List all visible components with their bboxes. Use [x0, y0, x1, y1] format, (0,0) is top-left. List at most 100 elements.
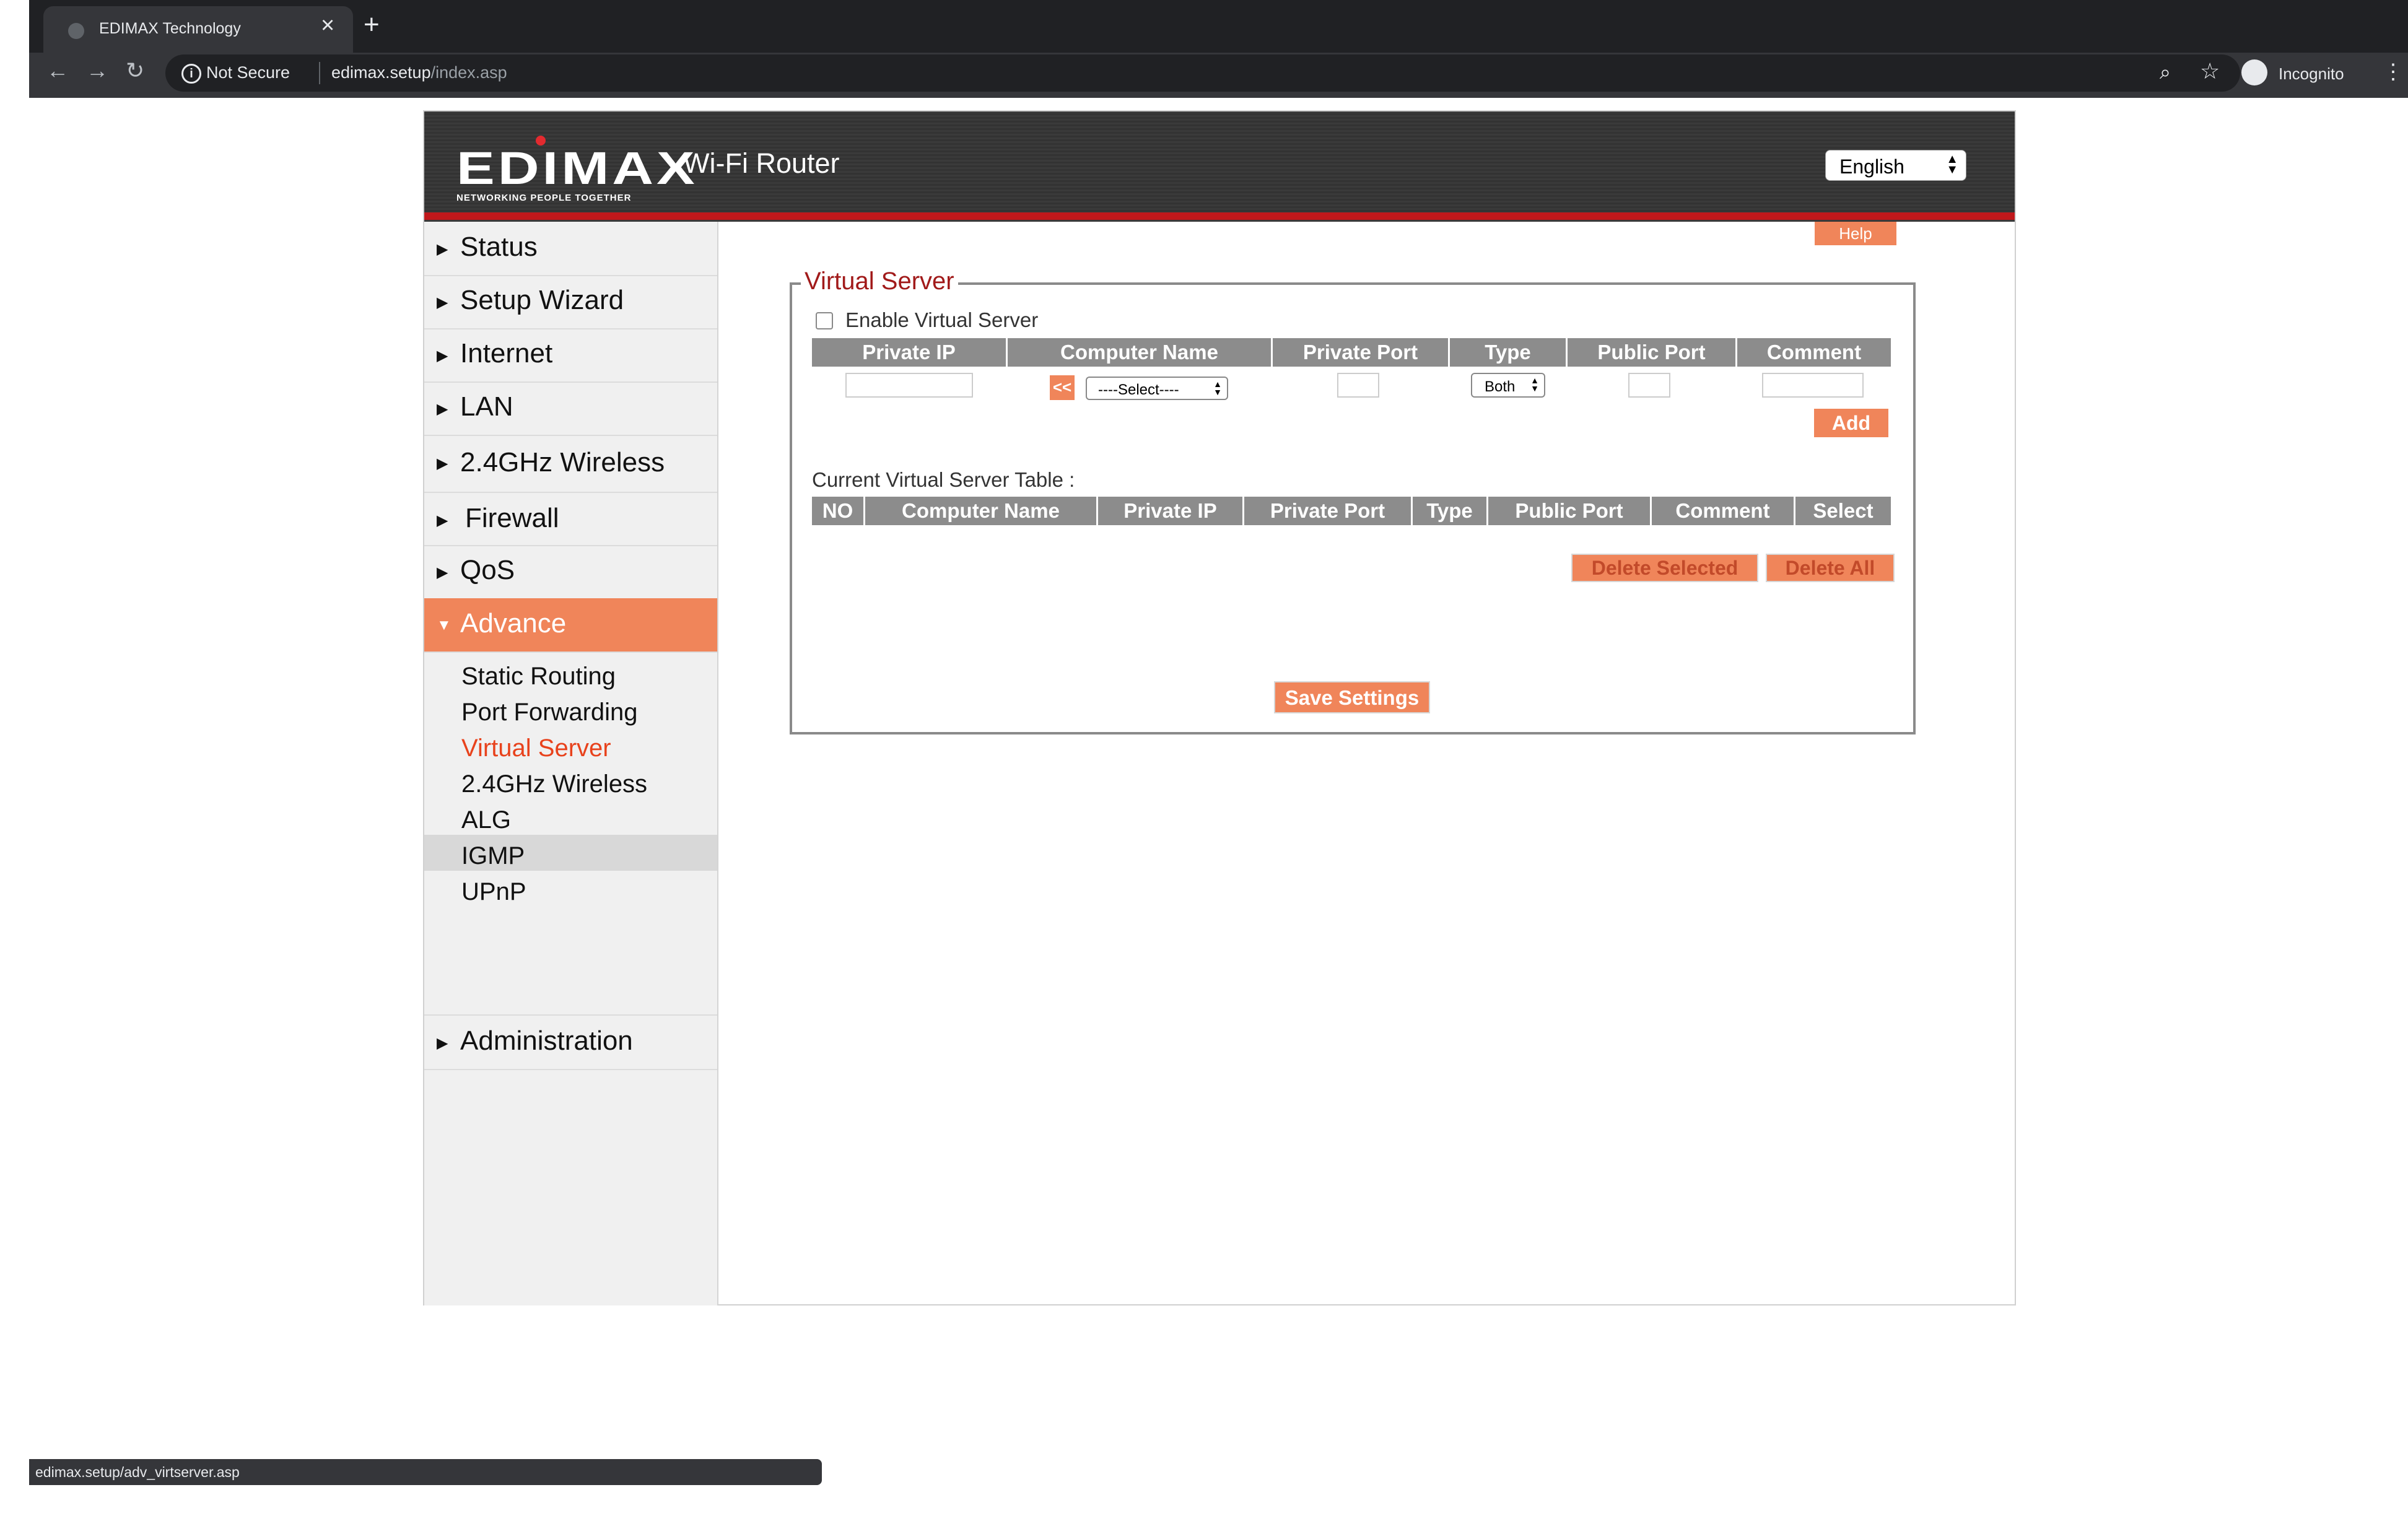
col-computer-name: Computer Name [865, 497, 1098, 525]
col-private-ip: Private IP [1098, 497, 1244, 525]
url-divider [319, 62, 320, 84]
header-type: Type [1450, 338, 1568, 367]
forward-icon[interactable]: → [86, 59, 108, 82]
status-url: edimax.setup/adv_virtserver.asp [35, 1464, 240, 1480]
tab-bar: EDIMAX Technology × + [29, 0, 2408, 53]
header-red-line [424, 212, 2015, 220]
edimax-logo: EDIMAX NETWORKING PEOPLE TOGETHER [456, 136, 695, 203]
sidebar-subitem-port-forwarding[interactable]: Port Forwarding [461, 699, 638, 726]
header-public-port: Public Port [1568, 338, 1737, 367]
triangle-right-icon: ▶ [437, 294, 448, 311]
triangle-right-icon: ▶ [437, 1035, 448, 1052]
copy-computer-ip-button[interactable]: << [1050, 375, 1075, 400]
sidebar-item-label: Status [460, 232, 538, 262]
col-comment: Comment [1652, 497, 1795, 525]
sidebar-item-label: QoS [460, 555, 515, 585]
delete-selected-button[interactable]: Delete Selected [1571, 554, 1758, 582]
sidebar-item-advance[interactable]: ▼ Advance [424, 598, 717, 653]
sidebar-item-label: Firewall [465, 503, 559, 533]
logo-tagline: NETWORKING PEOPLE TOGETHER [456, 193, 632, 203]
private-port-input[interactable] [1337, 373, 1379, 398]
new-tab-icon[interactable]: + [364, 11, 380, 38]
sidebar-item-label: Setup Wizard [460, 285, 624, 315]
type-select[interactable]: Both ▲ ▼ [1471, 373, 1545, 398]
computer-name-value: ----Select---- [1098, 381, 1179, 398]
help-button[interactable]: Help [1815, 222, 1896, 245]
security-indicator[interactable]: Not Secure [206, 63, 290, 82]
col-no: NO [812, 497, 865, 525]
link-status-bubble: edimax.setup/adv_virtserver.asp [29, 1459, 822, 1485]
incognito-label[interactable]: Incognito [2279, 64, 2344, 84]
sidebar-subitem-igmp[interactable]: IGMP [461, 842, 525, 870]
sidebar-item-label: LAN [460, 391, 513, 422]
browser-chrome: EDIMAX Technology × + ← → ↻ i Not Secure… [29, 0, 2408, 98]
sidebar-item-internet[interactable]: ▶ Internet [424, 328, 717, 383]
comment-input[interactable] [1762, 373, 1864, 398]
virtual-server-table-header: NO Computer Name Private IP Private Port… [812, 497, 1891, 525]
url-text[interactable]: edimax.setup/index.asp [331, 63, 507, 82]
section-title: Virtual Server [801, 268, 958, 295]
info-icon[interactable]: i [181, 64, 201, 84]
back-icon[interactable]: ← [46, 59, 69, 82]
url-path: /index.asp [430, 63, 507, 82]
sidebar-subitem-alg[interactable]: ALG [461, 806, 511, 834]
private-ip-input[interactable] [845, 373, 973, 398]
bookmark-star-icon[interactable]: ☆ [2200, 58, 2220, 84]
globe-icon [68, 23, 84, 39]
arrow-down-icon: ▼ [1530, 383, 1539, 393]
triangle-right-icon: ▶ [437, 455, 448, 472]
logo-wordmark: EDIMAX [456, 142, 698, 194]
sidebar-item-setup-wizard[interactable]: ▶ Setup Wizard [424, 275, 717, 329]
table-caption: Current Virtual Server Table : [812, 468, 1075, 491]
sidebar-item-lan[interactable]: ▶ LAN [424, 381, 717, 436]
product-title: Wi-Fi Router [683, 147, 840, 179]
save-settings-button[interactable]: Save Settings [1274, 681, 1430, 713]
browser-tab[interactable]: EDIMAX Technology × [43, 6, 353, 53]
col-type: Type [1413, 497, 1488, 525]
sidebar-nav: ▶ Status ▶ Setup Wizard ▶ Internet ▶ LAN… [424, 222, 718, 1305]
select-arrows-icon: ▲ ▼ [1213, 380, 1222, 396]
sidebar-item-qos[interactable]: ▶ QoS [424, 545, 717, 599]
header-comment: Comment [1766, 341, 1862, 364]
close-icon[interactable]: × [321, 14, 334, 37]
sidebar-item-label: Internet [460, 338, 553, 368]
sidebar-item-firewall[interactable]: ▶ Firewall [424, 492, 717, 546]
type-value: Both [1485, 378, 1516, 395]
sidebar-item-administration[interactable]: ▶ Administration [424, 1014, 717, 1070]
triangle-right-icon: ▶ [437, 347, 448, 364]
language-select[interactable]: English ▲ ▼ [1825, 150, 1966, 181]
header-private-port: Private Port [1273, 338, 1450, 367]
sidebar-subitem-wireless[interactable]: 2.4GHz Wireless [461, 770, 647, 798]
entry-header-row: Private IP Computer Name Private Port Ty… [812, 338, 1891, 367]
arrow-down-icon: ▼ [1946, 163, 1958, 177]
select-arrows-icon: ▲ ▼ [1530, 376, 1539, 393]
reload-icon[interactable]: ↻ [126, 59, 144, 82]
sidebar-subitem-static-routing[interactable]: Static Routing [461, 663, 616, 691]
enable-virtual-server-label: Enable Virtual Server [845, 308, 1039, 331]
enable-virtual-server-checkbox[interactable] [816, 312, 833, 329]
address-bar[interactable]: i Not Secure edimax.setup/index.asp [165, 54, 2240, 92]
sidebar-item-wireless[interactable]: ▶ 2.4GHz Wireless [424, 435, 717, 493]
sidebar-subitem-upnp[interactable]: UPnP [461, 878, 526, 906]
sidebar-item-status[interactable]: ▶ Status [424, 222, 717, 276]
sidebar-subitem-virtual-server[interactable]: Virtual Server [461, 734, 611, 762]
kebab-menu-icon[interactable]: ⋮ [2383, 59, 2404, 84]
add-button[interactable]: Add [1814, 409, 1888, 437]
incognito-icon[interactable] [2241, 59, 2267, 85]
sidebar-item-label: Administration [460, 1026, 633, 1056]
public-port-input[interactable] [1628, 373, 1670, 398]
triangle-down-icon: ▼ [437, 617, 452, 634]
select-arrows-icon: ▲ ▼ [1946, 153, 1958, 177]
tab-title: EDIMAX Technology [99, 20, 241, 37]
col-select: Select [1813, 499, 1874, 522]
delete-all-button[interactable]: Delete All [1766, 554, 1895, 582]
page-header: EDIMAX NETWORKING PEOPLE TOGETHER Wi-Fi … [424, 111, 2015, 222]
header-private-ip: Private IP [812, 338, 1008, 367]
computer-name-select[interactable]: ----Select---- ▲ ▼ [1086, 377, 1228, 400]
sidebar-item-label: 2.4GHz Wireless [460, 447, 665, 477]
header-computer-name: Computer Name [1008, 338, 1273, 367]
zoom-icon[interactable]: ⌕ [2160, 61, 2171, 84]
triangle-right-icon: ▶ [437, 564, 448, 581]
language-value: English [1839, 155, 1904, 178]
sidebar-item-label: Advance [460, 608, 567, 638]
